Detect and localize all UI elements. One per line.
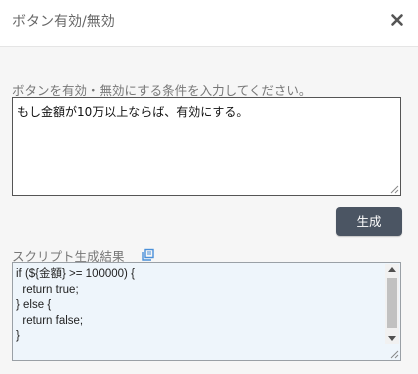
- scroll-thumb[interactable]: [387, 278, 397, 328]
- resize-grip-icon[interactable]: [390, 185, 399, 194]
- copy-icon[interactable]: [141, 247, 155, 261]
- result-code[interactable]: if (${金額} >= 100000) { return true; } el…: [16, 267, 135, 345]
- scroll-down-icon[interactable]: [388, 336, 396, 341]
- generate-button[interactable]: 生成: [336, 207, 402, 236]
- scroll-up-icon[interactable]: [388, 267, 396, 272]
- result-textarea[interactable]: if (${金額} >= 100000) { return true; } el…: [12, 262, 401, 361]
- close-icon[interactable]: [389, 12, 405, 28]
- resize-grip-icon[interactable]: [390, 350, 399, 359]
- dialog-header: ボタン有効/無効: [0, 0, 418, 47]
- dialog-title: ボタン有効/無効: [12, 14, 115, 30]
- result-scrollbar[interactable]: [385, 264, 399, 344]
- condition-textarea[interactable]: もし金額が10万以上ならば、有効にする。: [12, 97, 401, 196]
- condition-value[interactable]: もし金額が10万以上ならば、有効にする。: [17, 103, 248, 120]
